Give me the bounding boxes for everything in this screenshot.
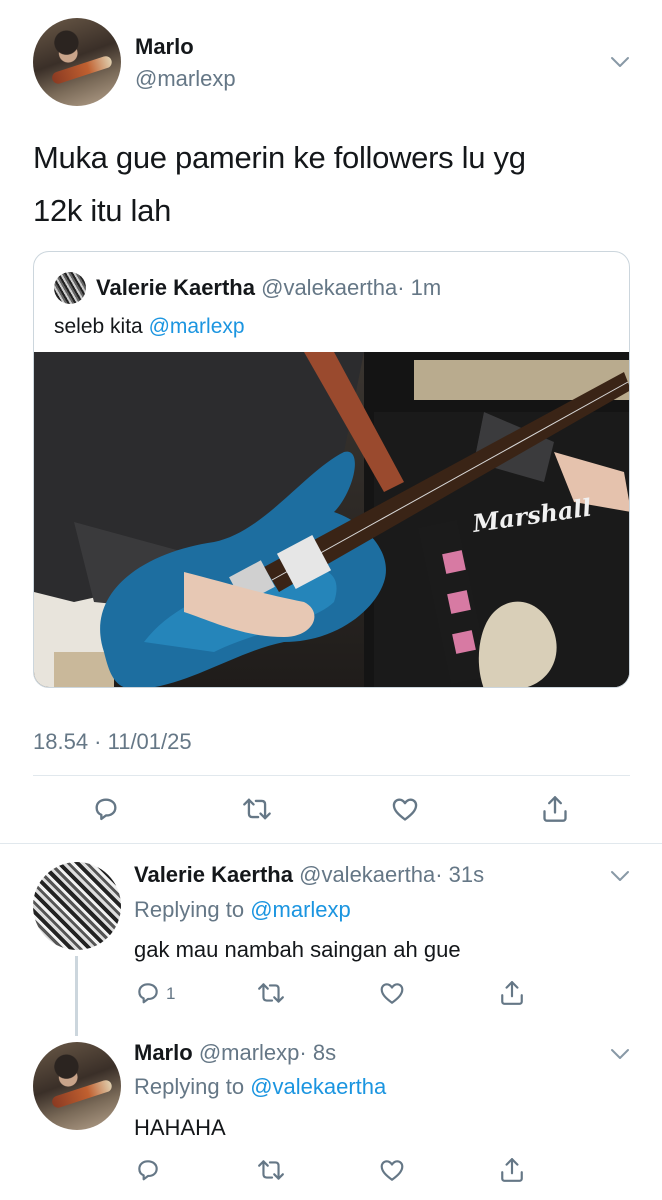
avatar[interactable] — [33, 862, 121, 950]
quoted-text: seleb kita @marlexp — [54, 315, 245, 339]
reply-author-handle[interactable]: @valekaertha — [299, 862, 435, 887]
reply-author-handle[interactable]: @marlexp — [199, 1040, 300, 1065]
retweet-icon[interactable] — [242, 794, 272, 824]
quoted-text-body: seleb kita — [54, 315, 149, 338]
reply-time: · 8s — [299, 1040, 337, 1065]
reply-author-name[interactable]: Marlo — [134, 1040, 193, 1065]
divider — [0, 843, 662, 844]
tweet-text-line-1: Muka gue pamerin ke followers lu yg — [33, 140, 526, 175]
replying-to: Replying to @valekaertha — [134, 1074, 386, 1100]
share-icon[interactable] — [497, 1155, 527, 1185]
quoted-mention-link[interactable]: @marlexp — [149, 315, 245, 338]
replying-to-link[interactable]: @marlexp — [250, 897, 351, 922]
retweet-icon[interactable] — [256, 978, 286, 1008]
quoted-time: · 1m — [397, 275, 442, 300]
quoted-author-handle: @valekaertha — [261, 275, 398, 300]
retweet-icon[interactable] — [256, 1155, 286, 1185]
quoted-tweet-card[interactable]: Valerie Kaertha @valekaertha· 1m seleb k… — [33, 251, 630, 688]
share-icon[interactable] — [540, 794, 570, 824]
divider — [33, 775, 630, 776]
avatar[interactable] — [33, 1042, 121, 1130]
author-name[interactable]: Marlo — [135, 34, 194, 60]
reply-icon[interactable] — [133, 978, 163, 1008]
quoted-avatar — [54, 272, 86, 304]
reply-header: Valerie Kaertha @valekaertha· 31s — [134, 862, 484, 888]
tweet-text-line-2: 12k itu lah — [33, 193, 172, 228]
like-icon[interactable] — [390, 794, 420, 824]
chevron-down-icon[interactable] — [610, 870, 630, 882]
reply-time: · 31s — [435, 862, 485, 887]
replying-to: Replying to @marlexp — [134, 897, 351, 923]
like-icon[interactable] — [377, 978, 407, 1008]
like-icon[interactable] — [377, 1155, 407, 1185]
quoted-header: Valerie Kaertha @valekaertha· 1m — [96, 275, 441, 301]
quoted-photo[interactable]: Marshall — [34, 352, 629, 687]
reply-author-name[interactable]: Valerie Kaertha — [134, 862, 293, 887]
guitar-photo: Marshall — [34, 352, 629, 687]
reply-header: Marlo @marlexp· 8s — [134, 1040, 336, 1066]
chevron-down-icon[interactable] — [610, 1048, 630, 1060]
quoted-author-name: Valerie Kaertha — [96, 275, 255, 300]
share-icon[interactable] — [497, 978, 527, 1008]
avatar[interactable] — [33, 18, 121, 106]
reply-icon[interactable] — [133, 1155, 163, 1185]
reply-text: HAHAHA — [134, 1115, 226, 1140]
chevron-down-icon[interactable] — [610, 56, 630, 68]
replying-to-label: Replying to — [134, 1074, 251, 1099]
replying-to-link[interactable]: @valekaertha — [250, 1074, 386, 1099]
reply-text: gak mau nambah saingan ah gue — [134, 937, 461, 962]
author-handle[interactable]: @marlexp — [135, 66, 236, 92]
tweet-timestamp[interactable]: 18.54 · 11/01/25 — [33, 729, 192, 755]
thread-line — [75, 956, 78, 1036]
replying-to-label: Replying to — [134, 897, 251, 922]
reply-count: 1 — [166, 984, 176, 1003]
reply-icon[interactable] — [91, 794, 121, 824]
